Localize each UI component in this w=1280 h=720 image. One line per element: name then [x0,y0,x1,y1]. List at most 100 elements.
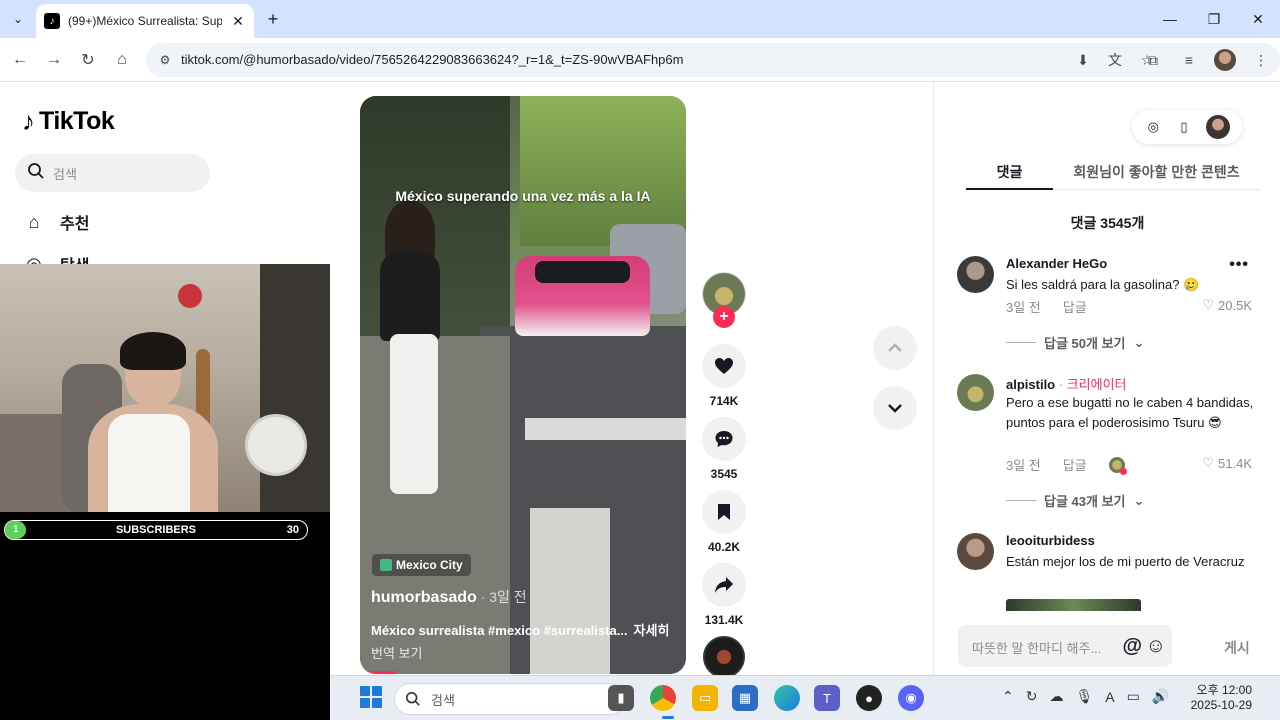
chevron-up-icon[interactable]: ⌃ [1002,688,1014,705]
bookmark-icon [718,504,730,520]
tiktok-icon: ♪ [44,13,60,29]
subscriber-goal-bar: 1 SUBSCRIBERS 30 [4,520,308,540]
ime-indicator[interactable]: A [1105,689,1114,705]
post-time: · 3일 전 [476,589,527,605]
translate-link[interactable]: 번역 보기 [371,643,422,662]
commenter-name[interactable]: Alexander HeGo [1006,256,1107,271]
view-replies-button[interactable]: 답글 50개 보기 ⌄ [1006,333,1144,352]
window-close-button[interactable]: ✕ [1236,0,1280,38]
webcam-person-hair [120,332,186,370]
comment-item: Alexander HeGo ••• Si les saldrá para la… [957,256,1257,351]
browser-tab-bar: ⌄ ♪ (99+)México Surrealista: Super ✕ + —… [0,0,1280,38]
comment-like-button[interactable]: ♡ 20.5K [1202,297,1252,313]
commenter-avatar[interactable] [957,256,994,293]
comment-time: 3일 전 [1006,458,1041,473]
file-explorer-icon[interactable]: ▭ [692,685,718,711]
like-button[interactable] [702,344,746,388]
taskbar-search[interactable]: 검색 [394,683,626,715]
search-placeholder: 검색 [53,166,77,182]
media-control-icon[interactable]: ≡ [1178,48,1200,72]
taskbar-clock[interactable]: 오후 12:00 2025-10-29 [1191,683,1252,713]
comment-button[interactable] [702,417,746,461]
address-bar[interactable]: ⚙ tiktok.com/@humorbasado/video/75652642… [146,43,1280,77]
heart-icon [715,358,733,374]
chevron-down-icon: ⌄ [1133,334,1145,350]
commenter-avatar[interactable] [957,374,994,411]
search-input[interactable]: 검색 [15,154,210,192]
music-disc-icon[interactable] [703,636,745,678]
discord-icon[interactable]: ◉ [898,685,924,711]
browser-tab-active[interactable]: ♪ (99+)México Surrealista: Super ✕ [36,4,254,38]
save-button[interactable] [702,490,746,534]
video-player[interactable]: México superando una vez más a la IA Mex… [360,96,686,674]
teams-icon[interactable]: T [814,685,840,711]
network-icon[interactable]: ▭ [1127,688,1140,705]
microphone-icon[interactable]: 🎙 [1075,688,1093,705]
mobile-device-icon[interactable]: ▯ [1175,118,1193,136]
previous-video-button[interactable] [873,326,917,370]
install-app-icon[interactable]: ⬇ [1072,48,1094,72]
chevron-down-icon: ⌄ [1133,492,1145,508]
volume-icon[interactable]: 🔊 [1152,688,1169,705]
reply-button[interactable]: 답글 [1063,455,1087,474]
chrome-icon[interactable] [650,685,676,711]
comment-input-row: 따뜻한 말 한마디 해주... @ ☺ 게시 [934,616,1280,675]
webcam-person-shirt [108,414,190,512]
profile-avatar[interactable] [1214,49,1236,71]
comment-input-placeholder: 따뜻한 말 한마디 해주... [972,641,1102,656]
browser-menu-icon[interactable]: ⋮ [1250,48,1272,72]
tab-search-menu-button[interactable]: ⌄ [6,7,30,31]
edge-icon[interactable] [774,685,800,711]
cloud-icon[interactable]: ☁ [1049,688,1063,705]
video-author-line: humorbasado · 3일 전 [371,587,527,607]
close-icon[interactable]: ✕ [230,13,246,30]
commenter-name[interactable]: leooiturbidess [1006,533,1095,548]
comment-like-button[interactable]: ♡ 51.4K [1202,455,1252,471]
tab-comments[interactable]: 댓글 [966,160,1053,190]
compass-icon[interactable]: ◎ [1144,118,1162,136]
reply-button[interactable]: 답글 [1063,297,1087,316]
view-replies-button[interactable]: 답글 43개 보기 ⌄ [1006,491,1144,510]
comment-item: leooiturbidess Están mejor los de mi pue… [957,533,1257,613]
follow-plus-icon[interactable]: + [713,306,735,328]
minimize-button[interactable]: — [1148,0,1192,38]
mention-icon[interactable]: @ [1122,635,1142,658]
next-video-button[interactable] [873,386,917,430]
url-text[interactable]: tiktok.com/@humorbasado/video/7565264229… [181,52,683,67]
heart-outline-icon: ♡ [1202,455,1215,470]
user-avatar[interactable] [1205,115,1230,139]
forward-button[interactable]: → [42,48,66,72]
sidebar-item-foryou[interactable]: ⌂ 추천 [22,210,90,234]
store-icon[interactable]: ▦ [732,685,758,711]
author-name[interactable]: humorbasado [371,589,477,606]
sync-icon[interactable]: ↻ [1026,688,1038,705]
tiktok-logo[interactable]: ♪ TikTok [22,106,115,137]
view-replies-label: 답글 50개 보기 [1044,336,1126,351]
description-text: México surrealista #mexico #surrealista.… [371,623,628,638]
comment-image-thumbnail[interactable] [1006,599,1141,611]
extensions-icon[interactable]: ⧉ [1142,48,1164,72]
tab-recommended[interactable]: 회원님이 좋아할 만한 콘텐츠 [1053,160,1260,190]
windows-start-icon[interactable] [360,686,382,708]
translate-icon[interactable]: 文 [1104,48,1126,72]
clock-time: 오후 12:00 [1196,683,1252,697]
video-scene-crosswalk [525,418,686,440]
home-button[interactable]: ⌂ [110,48,134,72]
site-info-icon[interactable]: ⚙ [156,51,174,69]
reload-button[interactable]: ↻ [76,48,100,72]
comment-input[interactable]: 따뜻한 말 한마디 해주... @ ☺ [958,625,1172,667]
obs-icon[interactable]: ● [856,685,882,711]
more-link[interactable]: 자세히 [634,623,670,638]
task-view-icon[interactable]: ▮ [608,685,634,711]
more-options-icon[interactable]: ••• [1229,256,1249,274]
commenter-avatar[interactable] [957,533,994,570]
emoji-icon[interactable]: ☺ [1146,635,1166,658]
restore-button[interactable]: ❐ [1192,0,1236,38]
back-button[interactable]: ← [8,48,32,72]
location-tag[interactable]: Mexico City [372,554,471,576]
new-tab-button[interactable]: + [262,8,284,30]
post-button[interactable]: 게시 [1224,638,1250,658]
share-button[interactable] [702,563,746,607]
video-progress-bar[interactable] [360,671,396,674]
commenter-name[interactable]: alpistilo [1006,377,1055,392]
